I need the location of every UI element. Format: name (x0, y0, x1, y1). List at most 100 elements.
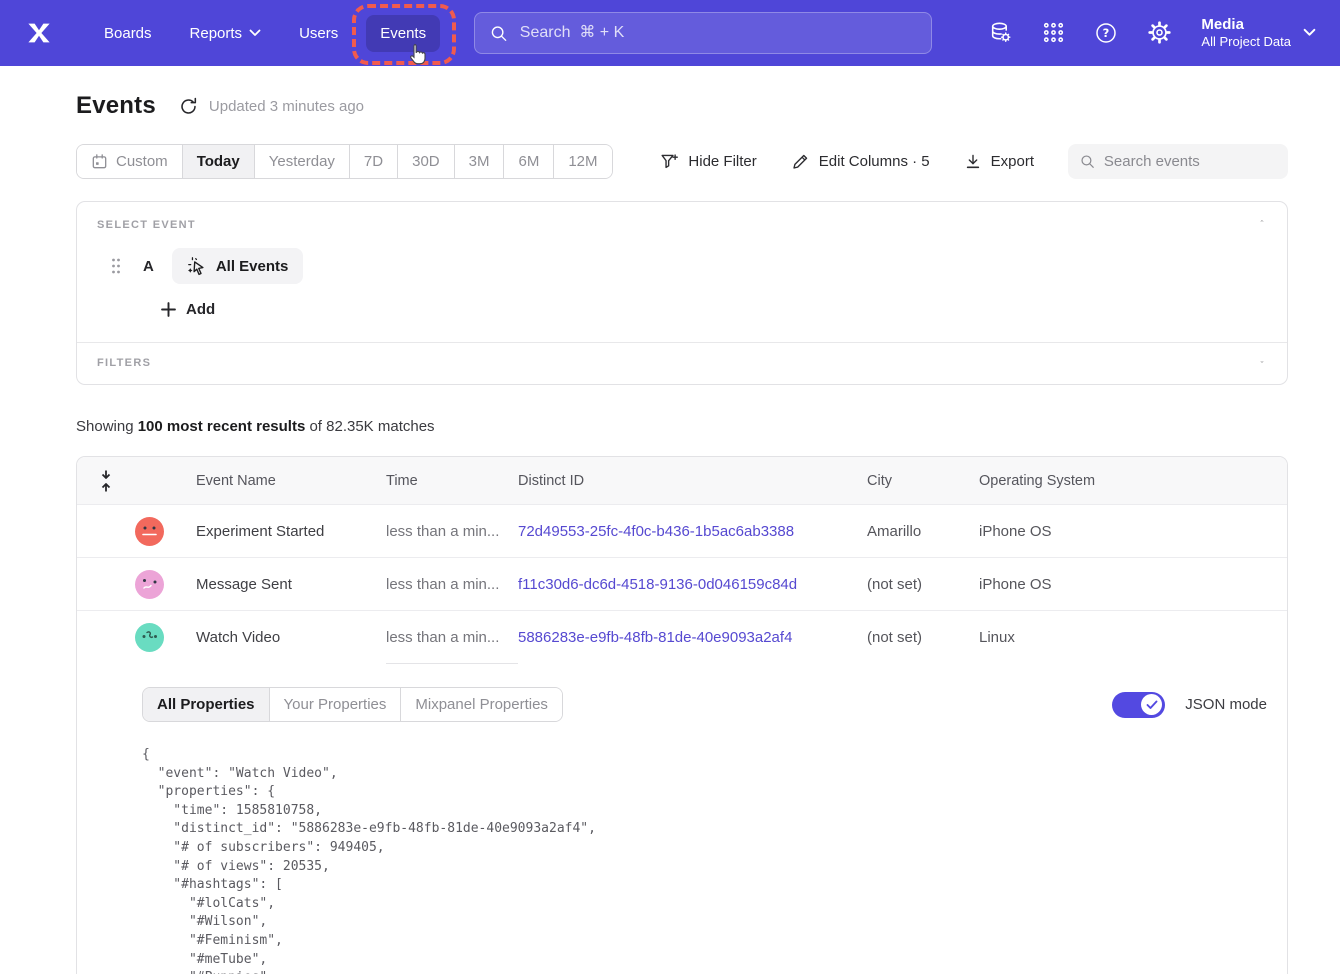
table-row-expanded: Watch Video less than a min... 5886283e-… (77, 611, 1287, 664)
column-header-city[interactable]: City (867, 473, 979, 489)
date-range-7d[interactable]: 7D (349, 145, 397, 178)
toggle-knob (1141, 694, 1162, 715)
pencil-icon (791, 152, 810, 171)
nav-item-reports[interactable]: Reports (176, 15, 276, 52)
refresh-icon[interactable] (179, 97, 198, 116)
date-range-3m[interactable]: 3M (454, 145, 504, 178)
nav-item-label: Reports (190, 25, 243, 42)
global-search[interactable] (474, 12, 932, 54)
edit-columns-button[interactable]: Edit Columns · 5 (791, 152, 930, 171)
project-name: Media (1201, 15, 1291, 35)
column-header-event-name[interactable]: Event Name (196, 473, 386, 489)
tab-label: Mixpanel Properties (415, 696, 548, 713)
date-range-today[interactable]: Today (182, 145, 254, 178)
table-row: Experiment Started less than a min... 72… (77, 505, 1287, 558)
search-events-input[interactable] (1104, 153, 1276, 170)
date-range-label: 6M (518, 153, 539, 170)
cell-event-name: Experiment Started (196, 523, 386, 540)
events-page: Events Updated 3 minutes ago Custom Toda… (0, 66, 1340, 974)
top-nav: Boards Reports Users Events (0, 0, 1340, 66)
nav-item-boards[interactable]: Boards (90, 15, 166, 52)
nav-item-users[interactable]: Users (285, 15, 352, 52)
select-event-section: SELECT EVENT A (77, 202, 1287, 342)
filters-section[interactable]: FILTERS (77, 343, 1287, 384)
cell-city: (not set) (867, 576, 979, 593)
json-mode-label: JSON mode (1185, 696, 1267, 713)
json-mode-toggle[interactable] (1112, 692, 1165, 718)
tab-label: All Properties (157, 696, 255, 713)
table-row: Message Sent less than a min... f11c30d6… (77, 558, 1287, 611)
help-icon[interactable]: ? (1094, 21, 1118, 45)
row-expander-chevron-right-icon[interactable] (101, 577, 111, 591)
search-events-box[interactable] (1068, 144, 1288, 179)
tab-mixpanel-properties[interactable]: Mixpanel Properties (400, 688, 562, 721)
date-range-12m[interactable]: 12M (553, 145, 611, 178)
cell-distinct-id[interactable]: 72d49553-25fc-4f0c-b436-1b5ac6ab3388 (518, 523, 867, 540)
cell-os: Linux (979, 629, 1194, 646)
calendar-icon (91, 153, 108, 170)
date-range-label: 12M (568, 153, 597, 170)
select-event-label: SELECT EVENT (97, 219, 1267, 231)
event-more-menu-icon[interactable] (320, 262, 338, 270)
event-selector-pill[interactable]: All Events (172, 248, 304, 284)
date-range-6m[interactable]: 6M (503, 145, 553, 178)
add-event-button[interactable]: Add (161, 301, 215, 318)
search-icon (490, 24, 508, 43)
expand-collapse-all-icon[interactable] (98, 469, 114, 493)
date-range-30d[interactable]: 30D (397, 145, 454, 178)
event-avatar (135, 623, 164, 652)
cell-city: Amarillo (867, 523, 979, 540)
event-row-letter: A (143, 258, 154, 275)
row-more-menu-icon[interactable] (1226, 525, 1244, 537)
edit-columns-label: Edit Columns · 5 (819, 153, 930, 170)
project-switcher[interactable]: Media All Project Data (1201, 15, 1316, 51)
event-json-view: { "event": "Watch Video", "properties": … (142, 746, 1267, 974)
date-range-yesterday[interactable]: Yesterday (254, 145, 349, 178)
column-header-os[interactable]: Operating System (979, 473, 1194, 489)
row-more-menu-icon[interactable] (1226, 578, 1244, 590)
summary-prefix: Showing (76, 418, 138, 435)
row-expander-chevron-right-icon[interactable] (101, 524, 111, 538)
cell-time: less than a min... (386, 611, 518, 664)
tab-all-properties[interactable]: All Properties (143, 688, 269, 721)
cell-time: less than a min... (386, 505, 518, 557)
data-management-icon[interactable] (988, 20, 1013, 45)
nav-item-label: Users (299, 25, 338, 42)
event-avatar (135, 517, 164, 546)
export-button[interactable]: Export (964, 153, 1034, 171)
cell-event-name: Watch Video (196, 629, 386, 646)
cell-event-name: Message Sent (196, 576, 386, 593)
event-pill-label: All Events (216, 258, 289, 275)
cell-os: iPhone OS (979, 523, 1194, 540)
drag-handle-icon[interactable] (110, 257, 122, 275)
event-row: A All Events (97, 248, 1267, 284)
column-header-distinct-id[interactable]: Distinct ID (518, 473, 867, 489)
updated-timestamp: Updated 3 minutes ago (209, 98, 364, 115)
date-range-label: Yesterday (269, 153, 335, 170)
event-click-sparkle-icon (187, 256, 207, 276)
expand-chevron-down-icon[interactable] (1255, 357, 1269, 367)
nav-menu: Boards Reports Users Events (90, 15, 440, 52)
svg-text:?: ? (1103, 26, 1110, 40)
collapse-chevron-up-icon[interactable] (1255, 216, 1269, 226)
cell-distinct-id[interactable]: 5886283e-e9fb-48fb-81de-40e9093a2af4 (518, 629, 867, 646)
cell-distinct-id[interactable]: f11c30d6-dc6d-4518-9136-0d046159c84d (518, 576, 867, 593)
row-expander-chevron-down-icon[interactable] (99, 633, 113, 643)
column-header-time[interactable]: Time (386, 473, 518, 489)
tab-label: Your Properties (284, 696, 387, 713)
settings-gear-icon[interactable] (1147, 20, 1172, 45)
export-label: Export (991, 153, 1034, 170)
tab-your-properties[interactable]: Your Properties (269, 688, 401, 721)
summary-count: 100 most recent results (138, 418, 306, 435)
mixpanel-logo-icon[interactable] (24, 18, 54, 48)
global-search-input[interactable] (520, 24, 916, 42)
date-range-custom[interactable]: Custom (77, 145, 182, 178)
hand-cursor-icon (405, 42, 429, 68)
cell-city: (not set) (867, 629, 979, 646)
date-range-label: Today (197, 153, 240, 170)
apps-grid-icon[interactable] (1042, 21, 1065, 44)
table-header: Event Name Time Distinct ID City Operati… (77, 457, 1287, 505)
filters-label: FILTERS (97, 357, 1267, 369)
hide-filter-button[interactable]: Hide Filter (660, 152, 756, 171)
row-more-menu-icon[interactable] (1226, 632, 1244, 644)
